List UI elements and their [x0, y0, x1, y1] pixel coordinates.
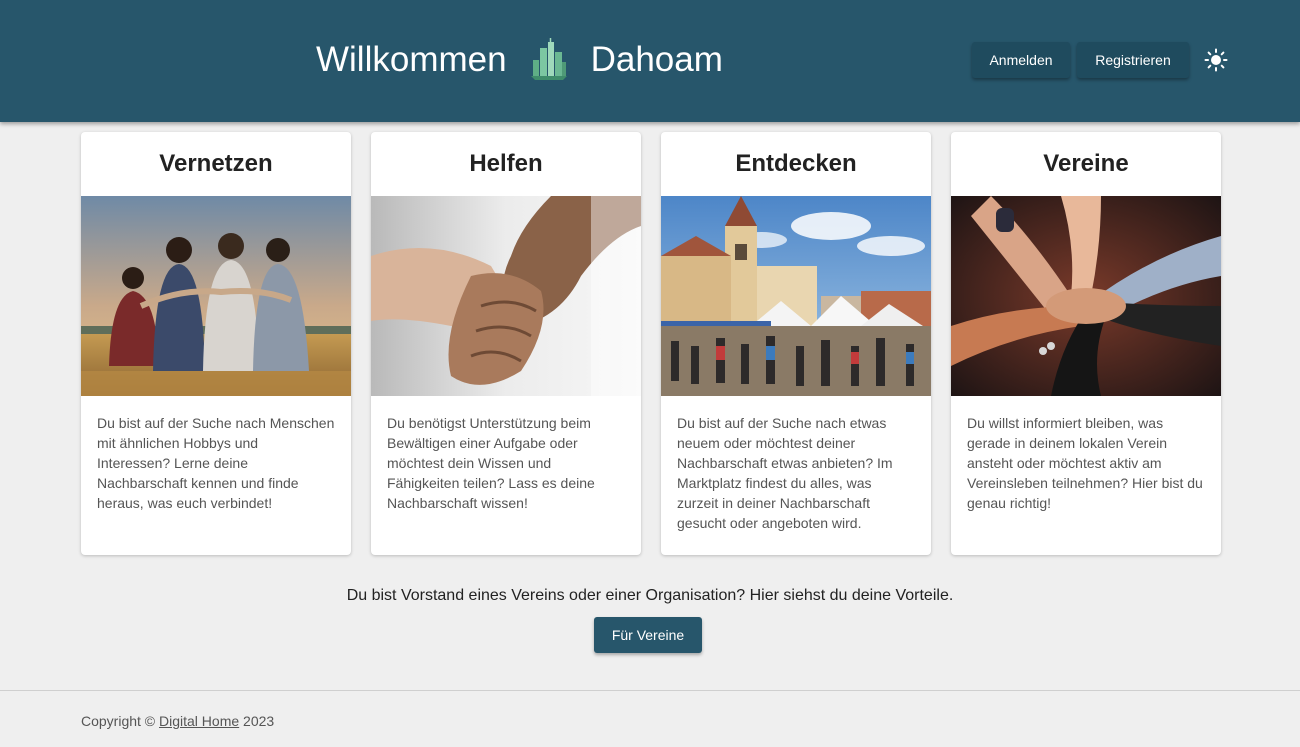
card-entdecken: Entdecken Du bist auf der Suche nach etw… — [661, 132, 931, 555]
login-button[interactable]: Anmelden — [972, 42, 1070, 78]
theme-toggle-button[interactable] — [1202, 46, 1230, 74]
card-description: Du bist auf der Suche nach Menschen mit … — [97, 415, 335, 511]
site-title-left: Willkommen — [316, 40, 507, 79]
card-title: Entdecken — [735, 150, 857, 177]
copyright-prefix: Copyright © — [81, 713, 160, 729]
sun-icon — [1204, 48, 1228, 72]
city-skyline-logo-icon — [530, 38, 567, 80]
top-app-bar: Willkommen Dahoam Anmelden Registrieren — [0, 0, 1300, 122]
card-title: Vereine — [1043, 150, 1129, 177]
stacked-hands-photo — [951, 196, 1221, 396]
register-button[interactable]: Registrieren — [1077, 42, 1189, 78]
card-description: Du bist auf der Suche nach etwas neuem o… — [677, 415, 893, 531]
card-vernetzen: Vernetzen Du bist auf der Suche nach Men… — [81, 132, 351, 555]
copyright-year: 2023 — [239, 713, 275, 729]
footer: Copyright © Digital Home 2023 — [81, 713, 274, 729]
feature-cards: Vernetzen Du bist auf der Suche nach Men… — [81, 132, 1221, 555]
friends-in-field-photo — [81, 196, 351, 396]
card-description: Du benötigst Unterstützung beim Bewältig… — [387, 415, 595, 511]
for-clubs-button[interactable]: Für Vereine — [594, 617, 702, 653]
card-helfen: Helfen Du benötigst Unterstützung beim B… — [371, 132, 641, 555]
footer-divider — [0, 690, 1300, 691]
card-description: Du willst informiert bleiben, was gerade… — [967, 415, 1203, 511]
site-title-right: Dahoam — [590, 40, 723, 79]
card-title: Vernetzen — [159, 150, 273, 177]
digital-home-link[interactable]: Digital Home — [159, 713, 239, 729]
town-market-photo — [661, 196, 931, 396]
card-vereine: Vereine Du willst informiert bleiben, wa… — [951, 132, 1221, 555]
card-title: Helfen — [469, 150, 543, 177]
organization-prompt: Du bist Vorstand eines Vereins oder eine… — [346, 587, 954, 604]
site-title: Willkommen Dahoam — [316, 38, 723, 82]
holding-hands-photo — [371, 196, 641, 396]
